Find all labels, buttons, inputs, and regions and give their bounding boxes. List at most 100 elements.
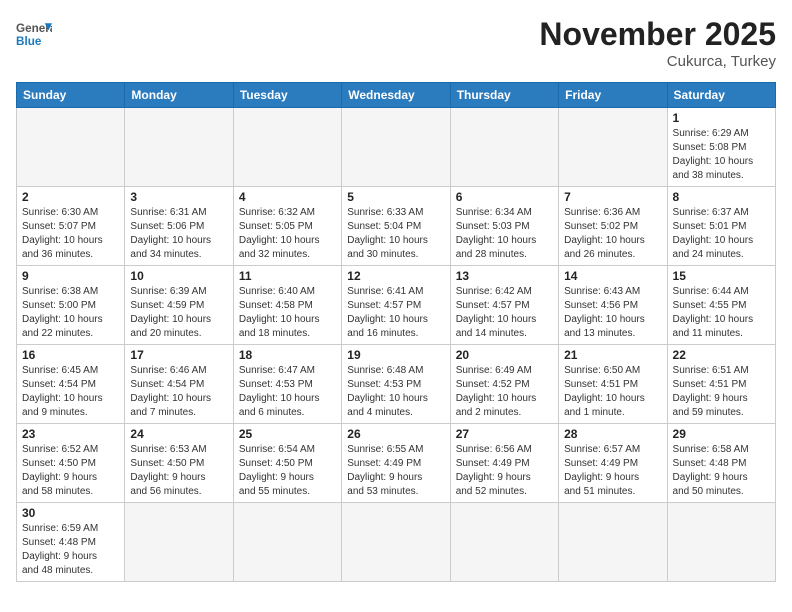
day-number: 3 xyxy=(130,190,227,204)
calendar-cell: 8 Sunrise: 6:37 AM Sunset: 5:01 PM Daylig… xyxy=(667,187,775,266)
calendar-cell: 17 Sunrise: 6:46 AM Sunset: 4:54 PM Dayli… xyxy=(125,345,233,424)
day-number: 12 xyxy=(347,269,444,283)
weekday-header-friday: Friday xyxy=(559,83,667,108)
day-info: Sunrise: 6:42 AM Sunset: 4:57 PM Dayligh… xyxy=(456,285,553,341)
day-info: Sunrise: 6:36 AM Sunset: 5:02 PM Dayligh… xyxy=(564,206,661,262)
calendar-cell: 10 Sunrise: 6:39 AM Sunset: 4:59 PM Dayli… xyxy=(125,266,233,345)
weekday-header-thursday: Thursday xyxy=(450,83,558,108)
day-number: 22 xyxy=(673,348,770,362)
day-number: 6 xyxy=(456,190,553,204)
calendar-cell: 19Sunrise: 6:48 AM Sunset: 4:53 PM Dayli… xyxy=(342,345,450,424)
day-number: 18 xyxy=(239,348,336,362)
day-number: 11 xyxy=(239,269,336,283)
calendar-cell: 7 Sunrise: 6:36 AM Sunset: 5:02 PM Daylig… xyxy=(559,187,667,266)
day-info: Sunrise: 6:31 AM Sunset: 5:06 PM Dayligh… xyxy=(130,206,227,262)
weekday-header-tuesday: Tuesday xyxy=(233,83,341,108)
day-info: Sunrise: 6:30 AM Sunset: 5:07 PM Dayligh… xyxy=(22,206,119,262)
day-number: 14 xyxy=(564,269,661,283)
calendar-cell: 6Sunrise: 6:34 AM Sunset: 5:03 PM Daylig… xyxy=(450,187,558,266)
calendar-cell: 3 Sunrise: 6:31 AM Sunset: 5:06 PM Daylig… xyxy=(125,187,233,266)
day-number: 7 xyxy=(564,190,661,204)
day-number: 2 xyxy=(22,190,119,204)
calendar-cell: 12 Sunrise: 6:41 AM Sunset: 4:57 PM Dayli… xyxy=(342,266,450,345)
day-number: 16 xyxy=(22,348,119,362)
day-number: 13 xyxy=(456,269,553,283)
day-number: 28 xyxy=(564,427,661,441)
day-info: Sunrise: 6:32 AM Sunset: 5:05 PM Dayligh… xyxy=(239,206,336,262)
day-info: Sunrise: 6:43 AM Sunset: 4:56 PM Dayligh… xyxy=(564,285,661,341)
calendar-cell: 26 Sunrise: 6:55 AM Sunset: 4:49 PM Dayli… xyxy=(342,424,450,503)
calendar-cell xyxy=(559,503,667,582)
calendar-cell: 5 Sunrise: 6:33 AM Sunset: 5:04 PM Daylig… xyxy=(342,187,450,266)
weekday-header-saturday: Saturday xyxy=(667,83,775,108)
day-number: 25 xyxy=(239,427,336,441)
day-number: 23 xyxy=(22,427,119,441)
day-number: 24 xyxy=(130,427,227,441)
calendar-cell xyxy=(233,108,341,187)
day-info: Sunrise: 6:46 AM Sunset: 4:54 PM Dayligh… xyxy=(130,364,227,420)
weekday-header-sunday: Sunday xyxy=(17,83,125,108)
calendar-cell xyxy=(667,503,775,582)
day-info: Sunrise: 6:57 AM Sunset: 4:49 PM Dayligh… xyxy=(564,443,661,499)
calendar-cell: 30 Sunrise: 6:59 AM Sunset: 4:48 PM Dayli… xyxy=(17,503,125,582)
calendar-cell: 27Sunrise: 6:56 AM Sunset: 4:49 PM Dayli… xyxy=(450,424,558,503)
week-row-2: 2 Sunrise: 6:30 AM Sunset: 5:07 PM Daylig… xyxy=(17,187,776,266)
calendar-cell xyxy=(125,108,233,187)
day-info: Sunrise: 6:55 AM Sunset: 4:49 PM Dayligh… xyxy=(347,443,444,499)
day-number: 4 xyxy=(239,190,336,204)
logo: General Blue xyxy=(16,16,52,52)
day-info: Sunrise: 6:51 AM Sunset: 4:51 PM Dayligh… xyxy=(673,364,770,420)
day-number: 1 xyxy=(673,111,770,125)
header: General Blue November 2025 Cukurca, Turk… xyxy=(16,16,776,70)
weekday-header-wednesday: Wednesday xyxy=(342,83,450,108)
calendar-cell xyxy=(342,503,450,582)
day-info: Sunrise: 6:45 AM Sunset: 4:54 PM Dayligh… xyxy=(22,364,119,420)
calendar-cell xyxy=(342,108,450,187)
day-info: Sunrise: 6:40 AM Sunset: 4:58 PM Dayligh… xyxy=(239,285,336,341)
calendar-cell: 16 Sunrise: 6:45 AM Sunset: 4:54 PM Dayli… xyxy=(17,345,125,424)
calendar-cell: 20Sunrise: 6:49 AM Sunset: 4:52 PM Dayli… xyxy=(450,345,558,424)
calendar-cell: 24 Sunrise: 6:53 AM Sunset: 4:50 PM Dayli… xyxy=(125,424,233,503)
day-number: 17 xyxy=(130,348,227,362)
day-number: 10 xyxy=(130,269,227,283)
week-row-1: 1 Sunrise: 6:29 AM Sunset: 5:08 PM Daylig… xyxy=(17,108,776,187)
day-info: Sunrise: 6:41 AM Sunset: 4:57 PM Dayligh… xyxy=(347,285,444,341)
calendar-cell: 1 Sunrise: 6:29 AM Sunset: 5:08 PM Daylig… xyxy=(667,108,775,187)
day-info: Sunrise: 6:54 AM Sunset: 4:50 PM Dayligh… xyxy=(239,443,336,499)
calendar-cell: 11 Sunrise: 6:40 AM Sunset: 4:58 PM Dayli… xyxy=(233,266,341,345)
day-info: Sunrise: 6:37 AM Sunset: 5:01 PM Dayligh… xyxy=(673,206,770,262)
day-info: Sunrise: 6:53 AM Sunset: 4:50 PM Dayligh… xyxy=(130,443,227,499)
week-row-4: 16 Sunrise: 6:45 AM Sunset: 4:54 PM Dayli… xyxy=(17,345,776,424)
day-number: 5 xyxy=(347,190,444,204)
calendar-cell xyxy=(233,503,341,582)
day-number: 9 xyxy=(22,269,119,283)
calendar-cell: 21Sunrise: 6:50 AM Sunset: 4:51 PM Dayli… xyxy=(559,345,667,424)
calendar-cell: 18 Sunrise: 6:47 AM Sunset: 4:53 PM Dayli… xyxy=(233,345,341,424)
month-title: November 2025 xyxy=(539,16,776,53)
calendar-cell: 25 Sunrise: 6:54 AM Sunset: 4:50 PM Dayli… xyxy=(233,424,341,503)
day-info: Sunrise: 6:39 AM Sunset: 4:59 PM Dayligh… xyxy=(130,285,227,341)
day-info: Sunrise: 6:59 AM Sunset: 4:48 PM Dayligh… xyxy=(22,522,119,578)
calendar-cell: 9Sunrise: 6:38 AM Sunset: 5:00 PM Daylig… xyxy=(17,266,125,345)
day-info: Sunrise: 6:47 AM Sunset: 4:53 PM Dayligh… xyxy=(239,364,336,420)
calendar-cell xyxy=(125,503,233,582)
day-info: Sunrise: 6:52 AM Sunset: 4:50 PM Dayligh… xyxy=(22,443,119,499)
location-title: Cukurca, Turkey xyxy=(539,53,776,70)
day-number: 26 xyxy=(347,427,444,441)
calendar-cell: 29Sunrise: 6:58 AM Sunset: 4:48 PM Dayli… xyxy=(667,424,775,503)
week-row-5: 23 Sunrise: 6:52 AM Sunset: 4:50 PM Dayli… xyxy=(17,424,776,503)
day-info: Sunrise: 6:49 AM Sunset: 4:52 PM Dayligh… xyxy=(456,364,553,420)
title-area: November 2025 Cukurca, Turkey xyxy=(539,16,776,70)
day-info: Sunrise: 6:44 AM Sunset: 4:55 PM Dayligh… xyxy=(673,285,770,341)
day-info: Sunrise: 6:33 AM Sunset: 5:04 PM Dayligh… xyxy=(347,206,444,262)
day-info: Sunrise: 6:58 AM Sunset: 4:48 PM Dayligh… xyxy=(673,443,770,499)
calendar-cell xyxy=(17,108,125,187)
day-number: 19 xyxy=(347,348,444,362)
day-number: 27 xyxy=(456,427,553,441)
logo-icon: General Blue xyxy=(16,16,52,52)
day-info: Sunrise: 6:29 AM Sunset: 5:08 PM Dayligh… xyxy=(673,127,770,183)
calendar-cell: 14 Sunrise: 6:43 AM Sunset: 4:56 PM Dayli… xyxy=(559,266,667,345)
week-row-6: 30 Sunrise: 6:59 AM Sunset: 4:48 PM Dayli… xyxy=(17,503,776,582)
day-number: 8 xyxy=(673,190,770,204)
day-number: 30 xyxy=(22,506,119,520)
